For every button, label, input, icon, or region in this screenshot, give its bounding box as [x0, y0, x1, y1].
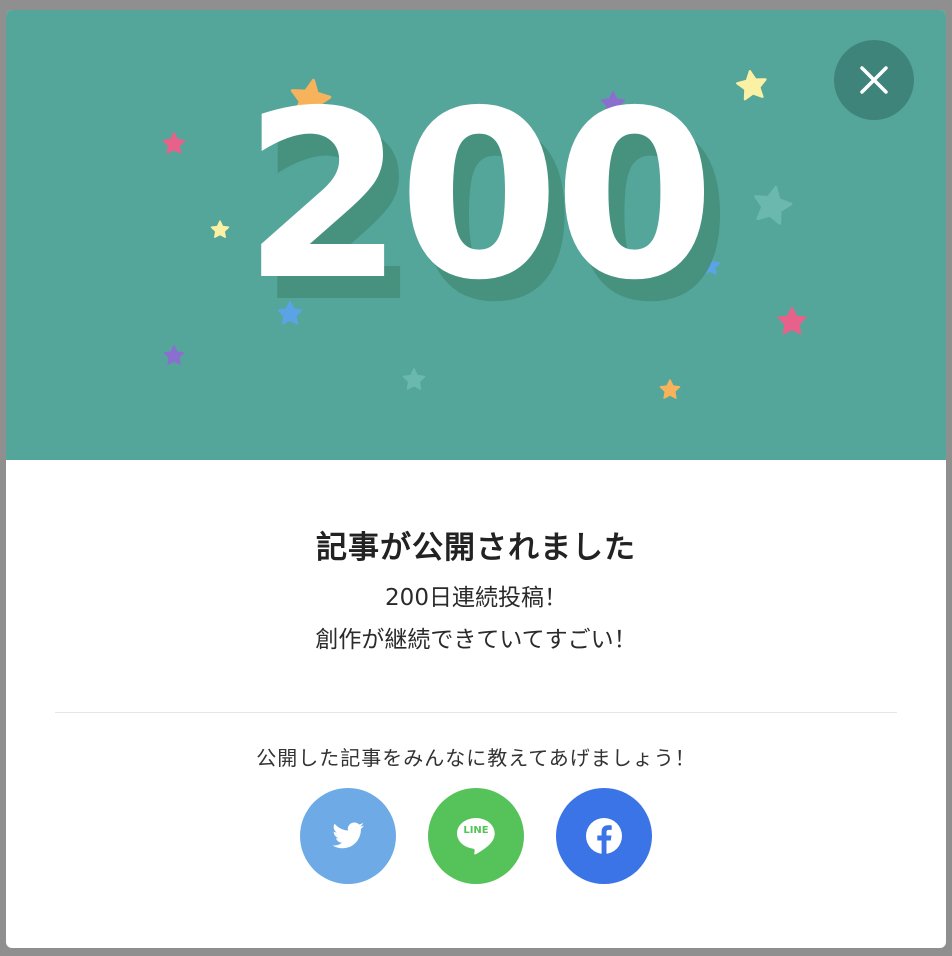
- share-line-button[interactable]: LINE: [428, 788, 524, 884]
- line-logo-text: LINE: [463, 825, 489, 836]
- star-icon: [163, 345, 185, 365]
- twitter-icon: [300, 788, 396, 884]
- streak-count: 200: [242, 61, 715, 331]
- share-facebook-button[interactable]: [556, 788, 652, 884]
- line-icon: [428, 788, 524, 884]
- star-icon: [659, 379, 681, 399]
- modal-content: 記事が公開されました 200日連続投稿！ 創作が継続できていてすごい！ 公開した…: [6, 460, 946, 948]
- hero-banner: 200 200: [6, 10, 946, 460]
- close-button[interactable]: [834, 40, 914, 120]
- streak-message: 200日連続投稿！: [385, 585, 567, 611]
- star-icon: [402, 368, 426, 390]
- facebook-icon: [556, 788, 652, 884]
- share-prompt: 公開した記事をみんなに教えてあげましょう！: [256, 746, 696, 770]
- divider: [55, 712, 897, 713]
- modal-title: 記事が公開されました: [316, 530, 636, 566]
- share-twitter-button[interactable]: [300, 788, 396, 884]
- close-icon: [860, 66, 888, 94]
- publish-celebration-modal: 200 200 記事が公開されました 200日連続投稿！ 創作が継続できていてす…: [6, 10, 946, 948]
- encouragement-message: 創作が継続できていてすごい！: [315, 627, 637, 653]
